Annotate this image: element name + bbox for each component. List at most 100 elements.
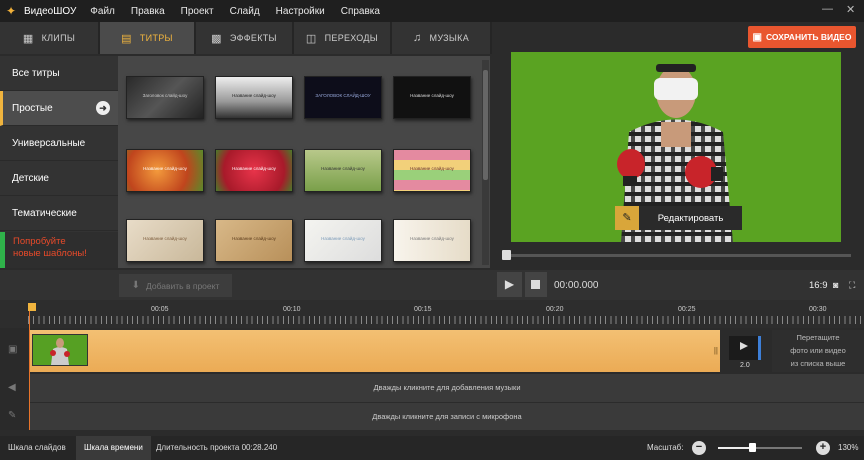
- save-video-label: СОХРАНИТЬ ВИДЕО: [766, 32, 852, 42]
- new-templates-promo[interactable]: Попробуйте новые шаблоны!: [0, 232, 118, 268]
- template-caption: Название слайд-шоу: [232, 93, 276, 98]
- tab-transitions[interactable]: ◫ ПЕРЕХОДЫ: [294, 22, 392, 54]
- tab-effects[interactable]: ▩ ЭФФЕКТЫ: [196, 22, 294, 54]
- promo-line-2: новые шаблоны!: [13, 248, 87, 259]
- title-template-thumb[interactable]: Название слайд-шоу: [393, 219, 471, 262]
- clip-image: [33, 335, 87, 365]
- menu-edit[interactable]: Правка: [131, 6, 165, 17]
- aspect-ratio-selector[interactable]: 16:9: [809, 280, 828, 291]
- title-bar: ✦ ВидеоШОУ Файл Правка Проект Слайд Наст…: [0, 0, 864, 22]
- zoom-slider-handle[interactable]: [748, 443, 756, 452]
- category-label: Тематические: [12, 207, 77, 219]
- minimize-button[interactable]: —: [822, 3, 833, 15]
- project-duration: Длительность проекта 00:28.240: [156, 443, 278, 452]
- template-caption: Название слайд-шоу: [321, 236, 365, 241]
- menu-project[interactable]: Проект: [181, 6, 214, 17]
- tab-label: ТИТРЫ: [139, 33, 173, 43]
- title-template-thumb[interactable]: Название слайд-шоу: [215, 219, 293, 262]
- music-track[interactable]: Дважды кликните для добавления музыки: [30, 374, 864, 402]
- slides-view-button[interactable]: Шкала слайдов: [0, 436, 74, 460]
- slide-clip-thumbnail[interactable]: [32, 334, 88, 366]
- tab-clips[interactable]: ▦ КЛИПЫ: [0, 22, 100, 54]
- title-template-thumb[interactable]: Название слайд-шоу: [215, 149, 293, 192]
- download-icon: ⬇: [131, 280, 141, 291]
- playhead-marker[interactable]: [28, 303, 36, 311]
- timeline-view-button[interactable]: Шкала времени: [76, 436, 151, 460]
- tab-music[interactable]: ♫ МУЗЫКА: [392, 22, 492, 54]
- effects-grid-icon: ▩: [211, 32, 222, 45]
- ruler-label: 00:05: [151, 306, 169, 313]
- category-thematic[interactable]: Тематические: [0, 196, 118, 231]
- title-template-thumb[interactable]: Название слайд-шоу: [126, 149, 204, 192]
- title-template-thumb[interactable]: Название слайд-шоу: [304, 219, 382, 262]
- template-caption: Название слайд-шоу: [410, 93, 454, 98]
- play-icon: ▶: [504, 277, 515, 291]
- ruler-label: 00:20: [546, 306, 564, 313]
- template-caption: Название слайд-шоу: [410, 236, 454, 241]
- transition-thumbnail[interactable]: [729, 336, 761, 360]
- title-template-thumb[interactable]: ЗАГОЛОВОК СЛАЙД-ШОУ: [304, 76, 382, 119]
- zoom-label: Масштаб:: [647, 443, 684, 452]
- zoom-slider[interactable]: [718, 443, 802, 452]
- tab-titles[interactable]: ▤ ТИТРЫ: [100, 22, 196, 54]
- fullscreen-icon[interactable]: ⛶: [849, 280, 855, 291]
- template-caption: Название слайд-шоу: [143, 166, 187, 171]
- template-caption: ЗАГОЛОВОК СЛАЙД-ШОУ: [315, 93, 371, 98]
- title-template-thumb[interactable]: Название слайд-шоу: [393, 76, 471, 119]
- clip-resize-handle[interactable]: ||: [714, 346, 718, 355]
- zoom-value: 130%: [838, 443, 859, 452]
- add-to-project-label: Добавить в проект: [146, 280, 220, 291]
- preview-seekbar[interactable]: [503, 254, 851, 257]
- scrollbar-thumb[interactable]: [483, 70, 488, 180]
- title-template-thumb[interactable]: Название слайд-шоу: [215, 76, 293, 119]
- ruler-label: 00:30: [809, 306, 827, 313]
- category-label: Универсальные: [12, 137, 86, 149]
- seekbar-handle[interactable]: [502, 250, 511, 260]
- tab-label: ПЕРЕХОДЫ: [324, 33, 379, 43]
- video-track[interactable]: ||: [30, 330, 720, 372]
- drop-hint-line: Перетащите: [796, 333, 840, 342]
- menu-help[interactable]: Справка: [341, 6, 380, 17]
- stop-icon: [531, 280, 540, 289]
- close-button[interactable]: ✕: [846, 3, 855, 16]
- ruler-ticks: [28, 316, 864, 324]
- category-universal[interactable]: Универсальные: [0, 126, 118, 161]
- stop-button[interactable]: [525, 272, 547, 297]
- title-template-thumb[interactable]: Название слайд-шоу: [126, 219, 204, 262]
- promo-line-1: Попробуйте: [13, 236, 66, 247]
- category-label: Все титры: [12, 67, 60, 79]
- title-template-thumb[interactable]: Заголовок слайд-шоу: [126, 76, 204, 119]
- add-to-project-button[interactable]: ⬇ Добавить в проект: [119, 274, 232, 297]
- category-label: Детские: [12, 172, 49, 184]
- template-caption: Название слайд-шоу: [232, 236, 276, 241]
- edit-button[interactable]: ✎ Редактировать: [615, 206, 742, 230]
- zoom-in-button[interactable]: +: [816, 441, 830, 455]
- app-name: ВидеоШОУ: [24, 5, 77, 17]
- category-simple[interactable]: Простые ➜: [0, 91, 118, 126]
- play-button[interactable]: ▶: [497, 272, 522, 297]
- category-all[interactable]: Все титры: [0, 56, 118, 91]
- pencil-icon: ✎: [615, 206, 639, 230]
- title-template-thumb[interactable]: Название слайд-шоу: [304, 149, 382, 192]
- menu-file[interactable]: Файл: [90, 6, 115, 17]
- speaker-icon: ◀: [8, 382, 16, 393]
- tab-label: МУЗЫКА: [429, 33, 470, 43]
- drop-hint-line: из списка выше: [790, 359, 846, 368]
- templates-scrollbar[interactable]: [482, 60, 489, 265]
- microphone-track[interactable]: Дважды кликните для записи с микрофона: [30, 403, 864, 430]
- menu-slide[interactable]: Слайд: [230, 6, 260, 17]
- film-icon: ▦: [22, 32, 34, 45]
- zoom-out-button[interactable]: −: [692, 441, 706, 455]
- template-caption: Название слайд-шоу: [321, 166, 365, 171]
- transition-duration: 2.0: [740, 362, 750, 369]
- menu-settings[interactable]: Настройки: [276, 6, 325, 17]
- title-template-thumb[interactable]: Название слайд-шоу: [393, 149, 471, 192]
- category-kids[interactable]: Детские: [0, 161, 118, 196]
- save-video-button[interactable]: ▣ СОХРАНИТЬ ВИДЕО: [748, 26, 856, 48]
- ruler-label: 00:15: [414, 306, 432, 313]
- main-tabs: ▦ КЛИПЫ ▤ ТИТРЫ ▩ ЭФФЕКТЫ ◫ ПЕРЕХОДЫ ♫ М…: [0, 22, 492, 54]
- music-note-icon: ♫: [412, 32, 422, 44]
- tab-label: ЭФФЕКТЫ: [229, 33, 277, 43]
- snapshot-camera-icon[interactable]: ◙: [833, 280, 838, 290]
- template-caption: Название слайд-шоу: [143, 236, 187, 241]
